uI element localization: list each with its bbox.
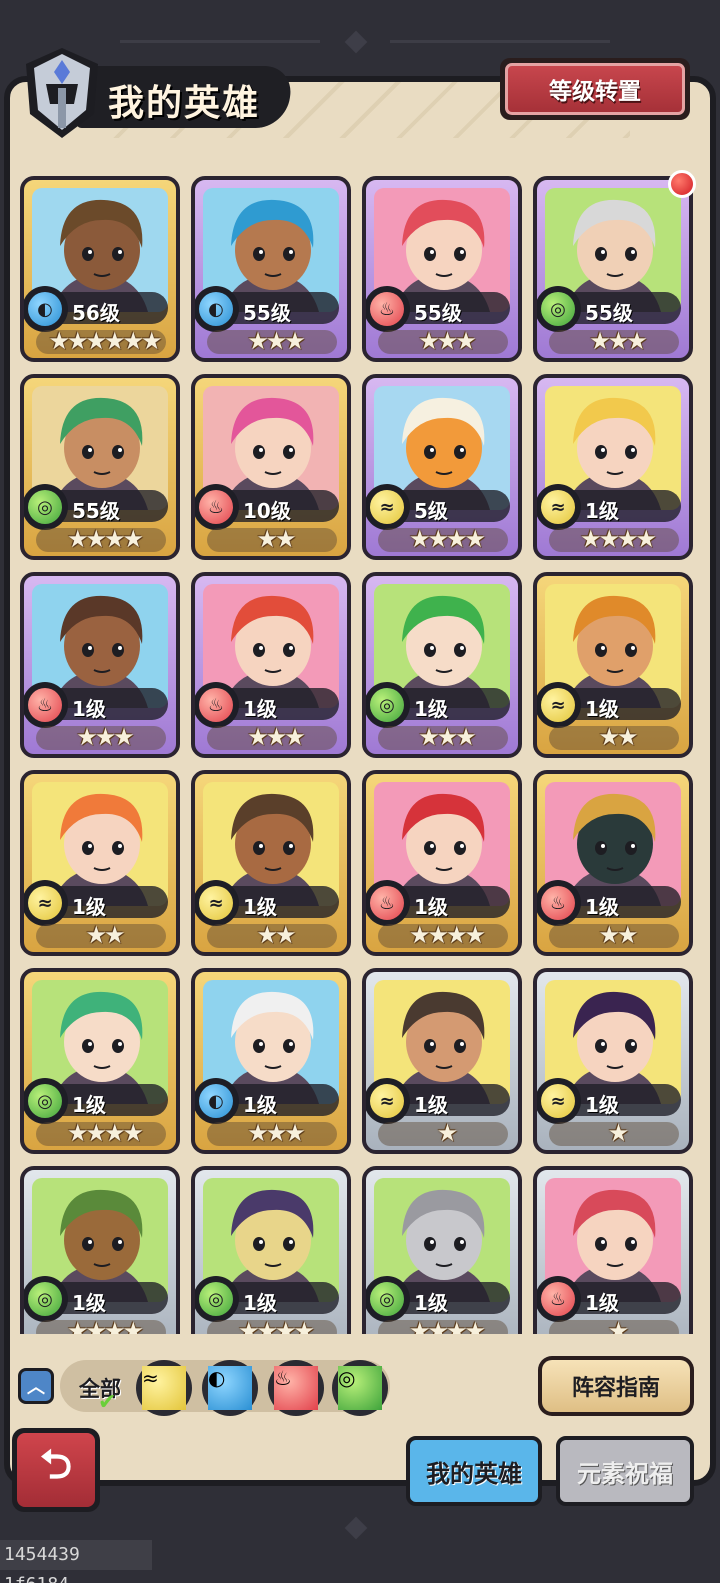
star-rating: ★★★: [247, 723, 306, 751]
hero-level: 1级: [414, 697, 448, 721]
hero-level: 1级: [414, 1093, 448, 1117]
star-rating: ★★★: [589, 327, 648, 355]
filter-fire-icon[interactable]: ♨: [268, 1360, 324, 1416]
hero-level: 56级: [72, 301, 120, 325]
build-id: 1454439 1f6184: [0, 1540, 152, 1583]
star-rating: ★★: [256, 525, 296, 553]
star-rating: ★★★: [76, 723, 135, 751]
hero-level: 10级: [243, 499, 291, 523]
hero-card[interactable]: 1级 ◎ ★★★: [362, 572, 522, 758]
star-rating: ★★: [598, 723, 638, 751]
hero-level: 1级: [243, 1291, 277, 1315]
tab-my-heroes[interactable]: 我的英雄: [406, 1436, 542, 1506]
level-transfer-label: 等级转置: [505, 63, 685, 115]
hero-card[interactable]: 55级 ◎ ★★★★: [20, 374, 180, 560]
hero-card[interactable]: 1级 ◐ ★★★: [191, 968, 351, 1154]
hero-card[interactable]: 55级 ◐ ★★★: [191, 176, 351, 362]
hero-level: 1级: [585, 1093, 619, 1117]
star-rating: ★★★: [418, 723, 477, 751]
hero-card[interactable]: 1级 ◎ ★★★★: [191, 1166, 351, 1334]
filter-earth-icon[interactable]: ≈: [136, 1360, 192, 1416]
hero-card[interactable]: 1级 ≈ ★★: [191, 770, 351, 956]
hero-level: 1级: [72, 1093, 106, 1117]
star-rating: ★★: [256, 921, 296, 949]
hero-card[interactable]: 56级 ◐ ★★★★★★: [20, 176, 180, 362]
hero-level: 1级: [243, 697, 277, 721]
check-icon: ✔: [98, 1390, 117, 1415]
hero-level: 55级: [414, 301, 462, 325]
star-rating: ★★★: [247, 327, 306, 355]
hero-card[interactable]: 1级 ♨ ★★: [533, 770, 693, 956]
hero-level: 1级: [243, 1093, 277, 1117]
star-rating: ★★: [85, 921, 125, 949]
hero-level: 5级: [414, 499, 448, 523]
hero-level: 1级: [414, 1291, 448, 1315]
hero-grid: 56级 ◐ ★★★★★★ 55级 ◐ ★★★ 55级 ♨ ★★★ 55级 ◎ ★★★ 55级 ◎ ★★★★ 1…: [14, 170, 706, 1334]
top-deco-diamond: [344, 30, 368, 54]
filter-water-icon[interactable]: ◐: [202, 1360, 258, 1416]
hero-card[interactable]: 1级 ♨ ★: [533, 1166, 693, 1334]
hero-card[interactable]: 1级 ≈ ★★: [20, 770, 180, 956]
hero-level: 1级: [72, 697, 106, 721]
hero-card[interactable]: 1级 ◎ ★★★★: [362, 1166, 522, 1334]
hero-card[interactable]: 55级 ♨ ★★★: [362, 176, 522, 362]
hero-level: 1级: [585, 697, 619, 721]
tab-element-blessing[interactable]: 元素祝福: [556, 1436, 694, 1506]
back-arrow-icon: ⮌: [17, 1433, 95, 1507]
hero-card[interactable]: 5级 ≈ ★★★★: [362, 374, 522, 560]
hero-card[interactable]: 1级 ≈ ★★: [533, 572, 693, 758]
star-rating: ★: [607, 1317, 630, 1334]
star-rating: ★★★★: [237, 1317, 315, 1334]
hero-level: 1级: [243, 895, 277, 919]
notification-dot: [668, 170, 696, 198]
level-transfer-button[interactable]: 等级转置: [500, 58, 690, 120]
hero-card[interactable]: 1级 ◎ ★★★★: [20, 968, 180, 1154]
hero-card[interactable]: 10级 ♨ ★★: [191, 374, 351, 560]
hero-level: 1级: [72, 1291, 106, 1315]
star-rating: ★★★★: [66, 1119, 144, 1147]
hero-card[interactable]: 1级 ≈ ★: [362, 968, 522, 1154]
top-deco-line-right: [390, 40, 610, 43]
bottom-deco-diamond: [344, 1516, 368, 1540]
lineup-guide-label: 阵容指南: [542, 1360, 690, 1412]
star-rating: ★★★★★★: [48, 327, 162, 355]
hero-level: 55级: [585, 301, 633, 325]
hero-card[interactable]: 1级 ≈ ★: [533, 968, 693, 1154]
hero-level: 1级: [585, 1291, 619, 1315]
hero-level: 55级: [243, 301, 291, 325]
hero-level: 1级: [585, 895, 619, 919]
star-rating: ★★★★: [66, 525, 144, 553]
hero-card[interactable]: 1级 ≈ ★★★★: [533, 374, 693, 560]
hero-card[interactable]: 55级 ◎ ★★★: [533, 176, 693, 362]
star-rating: ★★★: [418, 327, 477, 355]
hero-level: 1级: [585, 499, 619, 523]
hero-card[interactable]: 1级 ♨ ★★★: [20, 572, 180, 758]
star-rating: ★★: [598, 921, 638, 949]
lineup-guide-button[interactable]: 阵容指南: [538, 1356, 694, 1416]
chevron-up-icon[interactable]: ︿: [18, 1368, 54, 1404]
hero-level: 55级: [72, 499, 120, 523]
back-button[interactable]: ⮌: [12, 1428, 100, 1512]
star-rating: ★★★★: [408, 525, 486, 553]
filter-wind-icon[interactable]: ◎: [332, 1360, 388, 1416]
page-title: 我的英雄: [108, 83, 261, 124]
hero-card[interactable]: 1级 ◎ ★★★★: [20, 1166, 180, 1334]
star-rating: ★★★★: [408, 1317, 486, 1334]
star-rating: ★★★★: [408, 921, 486, 949]
hero-card[interactable]: 1级 ♨ ★★★: [191, 572, 351, 758]
star-rating: ★★★★: [579, 525, 657, 553]
star-rating: ★★★★: [66, 1317, 144, 1334]
hero-level: 1级: [72, 895, 106, 919]
star-rating: ★: [436, 1119, 459, 1147]
helmet-icon: [16, 44, 108, 142]
star-rating: ★★★: [247, 1119, 306, 1147]
star-rating: ★: [607, 1119, 630, 1147]
top-deco-line-left: [120, 40, 320, 43]
hero-level: 1级: [414, 895, 448, 919]
hero-card[interactable]: 1级 ♨ ★★★★: [362, 770, 522, 956]
